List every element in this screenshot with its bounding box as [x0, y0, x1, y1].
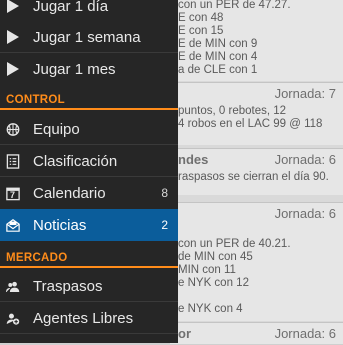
news-card[interactable]: con un PER de 47.27. E con 48 E con 15 E… [170, 0, 343, 81]
section-underline [0, 108, 178, 110]
count-badge: 8 [161, 186, 168, 200]
drawer-item-label: Jugar 1 semana [33, 28, 141, 46]
drawer-item-label: Equipo [33, 120, 80, 138]
news-line: puntos, 0 rebotes, 12 [178, 105, 287, 117]
news-line: E de MIN con 4 [178, 51, 258, 63]
users-icon [6, 279, 20, 293]
drawer-item-clasificacion[interactable]: Clasificación [0, 145, 178, 177]
news-line: E con 48 [178, 12, 224, 24]
news-jornada: Jornada: 7 [274, 86, 336, 101]
news-card-body: con un PER de 40.21. de MIN con 45 MIN c… [170, 225, 343, 316]
divider [0, 333, 178, 334]
news-jornada: Jornada: 6 [274, 152, 336, 167]
count-badge: 2 [161, 218, 168, 232]
news-line: E de MIN con 9 [178, 38, 258, 50]
news-jornada: Jornada: 6 [274, 326, 336, 341]
news-line: e NYK con 12 [178, 277, 249, 289]
basketball-icon [6, 122, 20, 136]
drawer-item-calendario[interactable]: 7 Calendario 8 [0, 177, 178, 209]
news-card[interactable]: Jornada: 7 puntos, 0 rebotes, 12 4 robos… [170, 82, 343, 145]
news-title: ndes [178, 152, 209, 167]
play-icon [6, 0, 20, 13]
drawer-item-jugar-mes[interactable]: Jugar 1 mes [0, 53, 178, 85]
section-title: MERCADO [6, 252, 68, 264]
news-line: con un PER de 40.21. [178, 238, 291, 250]
section-header-mercado: MERCADO [0, 250, 178, 268]
news-title: or [178, 326, 191, 341]
drawer-item-noticias[interactable]: Noticias 2 [0, 209, 178, 241]
news-line: e NYK con 4 [178, 303, 243, 315]
drawer-item-label: Calendario [33, 184, 106, 202]
news-jornada: Jornada: 6 [274, 206, 336, 221]
drawer-item-label: Traspasos [33, 277, 103, 295]
calendar-icon: 7 [6, 186, 20, 200]
drawer-item-label: Agentes Libres [33, 309, 134, 327]
navigation-drawer: Jugar 1 día Jugar 1 semana Jugar 1 mes C… [0, 0, 178, 343]
news-line: con un PER de 47.27. [178, 0, 291, 11]
drawer-item-jugar-dia[interactable]: Jugar 1 día [0, 0, 178, 22]
section-underline [0, 266, 178, 268]
news-card-body: puntos, 0 rebotes, 12 4 robos en el LAC … [170, 105, 343, 131]
news-card-body: raspasos se cierran el día 90. [170, 171, 343, 184]
calendar-day: 7 [10, 190, 16, 200]
news-card[interactable]: ndes Jornada: 6 raspasos se cierran el d… [170, 148, 343, 195]
drawer-item-agentes-libres[interactable]: Agentes Libres [0, 302, 178, 334]
news-line: E con 15 [178, 25, 224, 37]
mail-icon [6, 218, 20, 232]
section-header-control: CONTROL [0, 92, 178, 110]
drawer-item-label: Jugar 1 mes [33, 60, 116, 78]
section-title: CONTROL [6, 94, 65, 106]
play-icon [6, 62, 20, 76]
news-line: MIN con 11 [178, 264, 236, 276]
list-icon [6, 153, 20, 169]
drawer-item-label: Jugar 1 día [33, 0, 109, 15]
news-card-body: con un PER de 47.27. E con 48 E con 15 E… [170, 0, 343, 77]
play-icon [6, 30, 20, 44]
news-line [178, 290, 335, 303]
add-user-icon [6, 311, 20, 325]
news-line: a de CLE con 1 [178, 64, 258, 76]
drawer-item-label: Clasificación [33, 152, 118, 170]
drawer-item-label: Noticias [33, 216, 87, 234]
news-card[interactable]: or Jornada: 6 [170, 322, 343, 344]
news-line: raspasos se cierran el día 90. [178, 171, 329, 183]
news-card[interactable]: Jornada: 6 con un PER de 40.21. de MIN c… [170, 202, 343, 321]
drawer-item-equipo[interactable]: Equipo [0, 113, 178, 145]
news-line [178, 225, 335, 238]
news-line: de MIN con 45 [178, 251, 253, 263]
drawer-item-jugar-semana[interactable]: Jugar 1 semana [0, 21, 178, 53]
drawer-item-traspasos[interactable]: Traspasos [0, 270, 178, 302]
news-line: 4 robos en el LAC 99 @ 118 [178, 118, 323, 130]
